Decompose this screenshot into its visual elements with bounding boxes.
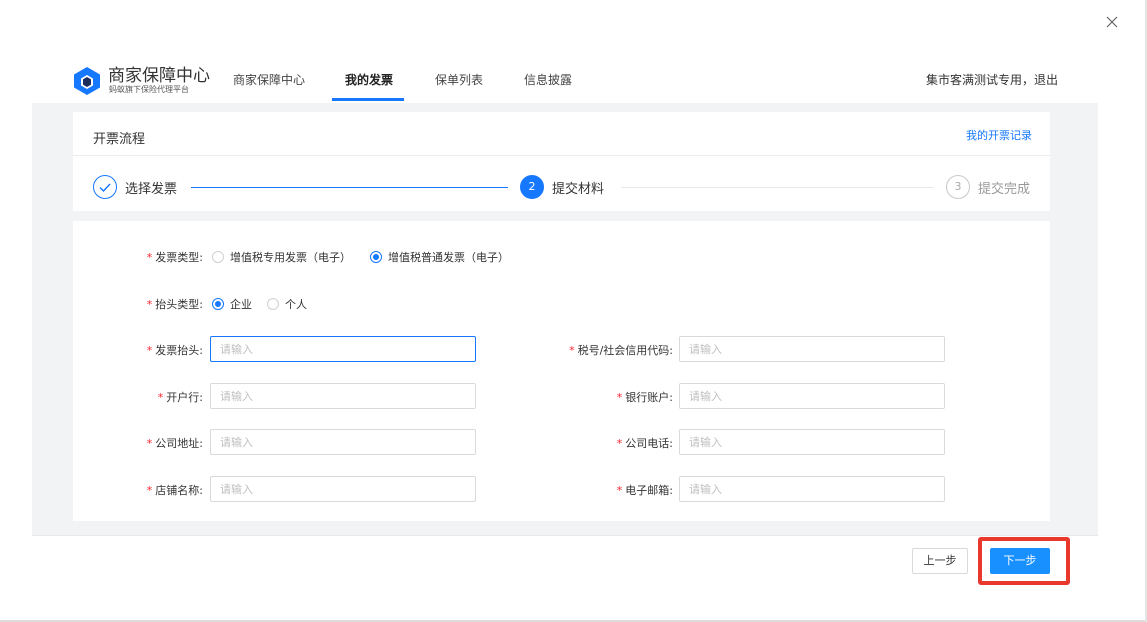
radio-vat-normal-label[interactable]: 增值税普通发票（电子） bbox=[388, 249, 509, 265]
company-phone-input[interactable] bbox=[679, 429, 945, 455]
nav-item-my-invoices[interactable]: 我的发票 bbox=[345, 71, 393, 88]
nav-item-merchant-center[interactable]: 商家保障中心 bbox=[233, 71, 305, 88]
nav-item-policy-list[interactable]: 保单列表 bbox=[435, 71, 483, 88]
bank-account-input[interactable] bbox=[679, 383, 945, 409]
radio-vat-special[interactable] bbox=[212, 251, 224, 263]
invoice-process-card: 开票流程 我的开票记录 选择发票 2 提交材料 3 提交完成 bbox=[73, 112, 1050, 211]
radio-vat-normal[interactable] bbox=[370, 251, 382, 263]
bank-label: * 开户行: bbox=[157, 391, 203, 404]
company-address-label: * 公司地址: bbox=[146, 437, 203, 450]
prev-step-button[interactable]: 上一步 bbox=[912, 548, 968, 574]
step-3-label: 提交完成 bbox=[978, 182, 1031, 197]
invoice-form: * 发票类型: 增值税专用发票（电子） 增值税普通发票（电子） * 抬头类型: 企业… bbox=[73, 221, 1050, 521]
tax-id-input[interactable] bbox=[679, 336, 945, 362]
brand-title: 商家保障中心 bbox=[108, 66, 210, 86]
radio-enterprise[interactable] bbox=[212, 298, 224, 310]
company-phone-label: * 公司电话: bbox=[616, 437, 673, 450]
invoice-title-label: * 发票抬头: bbox=[146, 344, 203, 357]
invoice-title-input[interactable] bbox=[210, 336, 476, 362]
close-icon[interactable] bbox=[1104, 14, 1120, 30]
radio-enterprise-label[interactable]: 企业 bbox=[230, 296, 252, 312]
step-line-done bbox=[191, 187, 508, 188]
store-name-input[interactable] bbox=[210, 476, 476, 502]
bank-input[interactable] bbox=[210, 383, 476, 409]
radio-personal-label[interactable]: 个人 bbox=[285, 296, 307, 312]
step-2-number: 2 bbox=[520, 175, 544, 199]
user-info-logout[interactable]: 集市客满测试专用，退出 bbox=[926, 71, 1058, 88]
step-3-number: 3 bbox=[946, 175, 970, 199]
step-1-check-icon bbox=[93, 175, 117, 199]
radio-vat-special-label[interactable]: 增值税专用发票（电子） bbox=[230, 249, 351, 265]
brand-subtitle: 蚂蚁旗下保险代理平台 bbox=[109, 85, 189, 94]
title-type-label: * 抬头类型: bbox=[146, 298, 203, 311]
email-input[interactable] bbox=[679, 476, 945, 502]
email-label: * 电子邮箱: bbox=[616, 484, 673, 497]
logo-icon bbox=[74, 67, 100, 95]
store-name-label: * 店铺名称: bbox=[146, 484, 203, 497]
step-line-pending bbox=[621, 187, 934, 188]
invoice-type-label: * 发票类型: bbox=[146, 251, 203, 264]
active-tab-indicator bbox=[332, 98, 404, 101]
divider bbox=[73, 155, 1050, 156]
invoice-records-link[interactable]: 我的开票记录 bbox=[966, 127, 1032, 143]
bank-account-label: * 银行账户: bbox=[616, 391, 673, 404]
tax-id-label: * 税号/社会信用代码: bbox=[569, 344, 673, 357]
step-2-label: 提交材料 bbox=[552, 182, 605, 197]
highlight-box bbox=[978, 537, 1070, 585]
process-title: 开票流程 bbox=[93, 132, 146, 147]
nav-item-disclosure[interactable]: 信息披露 bbox=[524, 71, 572, 88]
step-1-label: 选择发票 bbox=[125, 182, 178, 197]
radio-personal[interactable] bbox=[267, 298, 279, 310]
company-address-input[interactable] bbox=[210, 429, 476, 455]
